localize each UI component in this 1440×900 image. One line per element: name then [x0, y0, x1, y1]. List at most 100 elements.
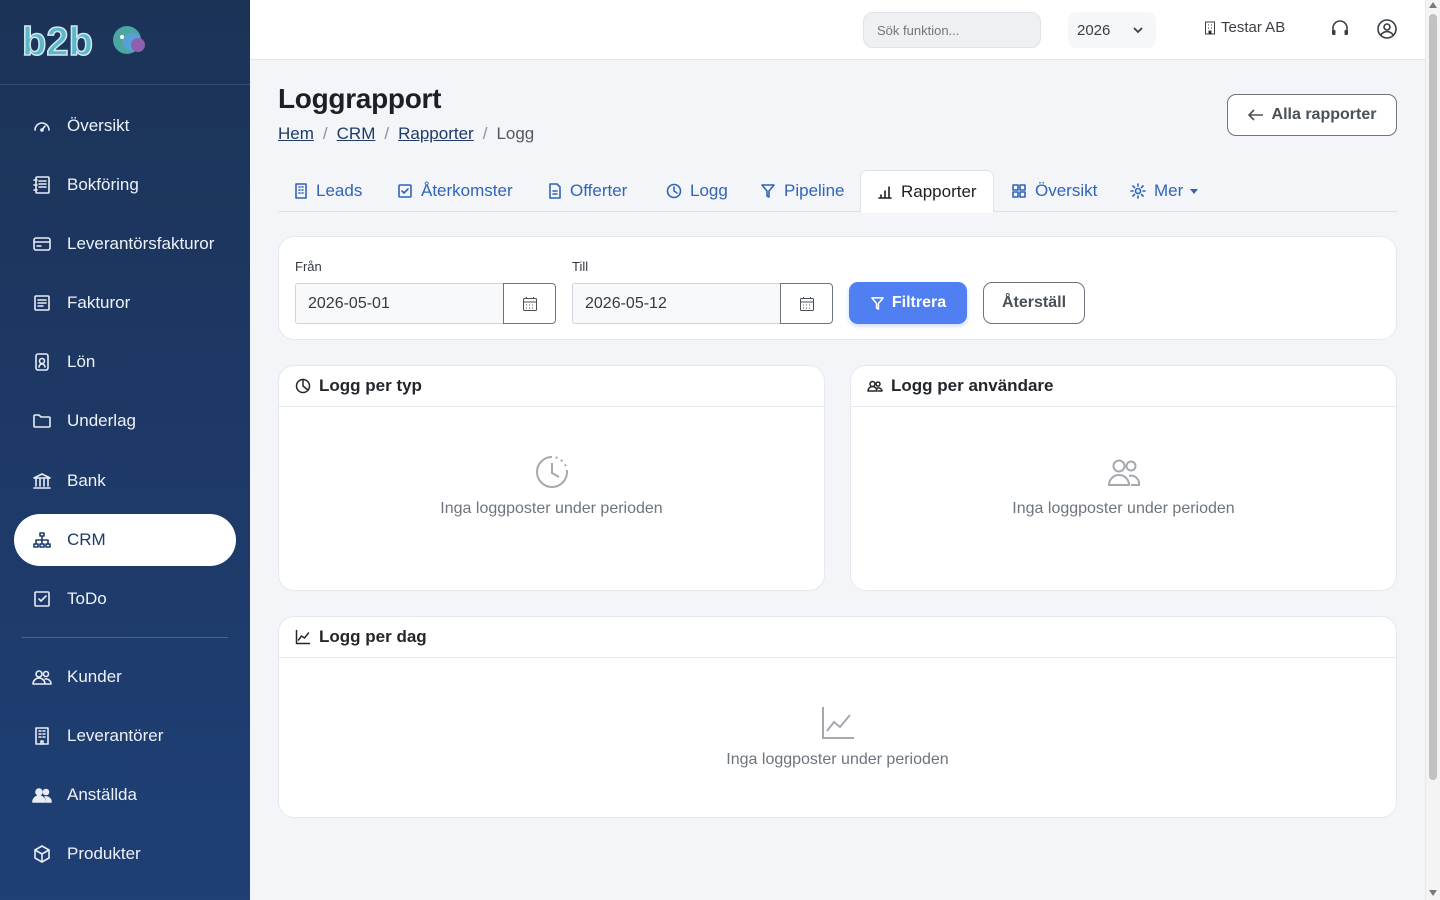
sidebar-item-leverantorsfakturor[interactable]: Leverantörsfakturor [14, 218, 236, 270]
tab-aterkomster[interactable]: Återkomster [381, 170, 529, 212]
card-title: Logg per användare [891, 376, 1054, 395]
log-by-user-card: Logg per användare Inga loggposter under… [850, 365, 1397, 591]
funnel-icon [761, 184, 775, 198]
sidebar-item-bokforing[interactable]: Bokföring [14, 159, 236, 211]
from-date-input[interactable]: 2026-05-01 [295, 283, 504, 324]
logo[interactable]: b2b [0, 0, 250, 85]
year-value: 2026 [1077, 21, 1111, 39]
clock-icon [666, 183, 682, 199]
sidebar-item-oversikt[interactable]: Översikt [14, 100, 236, 152]
pie-chart-icon [295, 378, 311, 394]
filter-button-label: Filtrera [891, 294, 947, 311]
sidebar-item-label: Anställda [67, 785, 137, 804]
empty-state: Inga loggposter under perioden [279, 454, 824, 518]
diagram-icon [32, 530, 52, 550]
tab-label: Leads [316, 181, 363, 200]
top-bar: 2026 Testar AB [250, 0, 1425, 60]
building-icon [1205, 21, 1215, 34]
grid-icon [1012, 184, 1026, 198]
to-calendar-button[interactable] [780, 283, 833, 324]
chevron-down-icon [1133, 27, 1143, 34]
svg-text:b2b: b2b [22, 22, 93, 62]
card-title: Logg per dag [319, 627, 427, 646]
breadcrumb-home[interactable]: Hem [278, 124, 314, 144]
sidebar-item-label: Fakturor [67, 293, 131, 312]
scroll-down-arrow[interactable] [1429, 890, 1437, 896]
sidebar-item-produkter[interactable]: Produkter [14, 828, 236, 880]
sidebar-item-todo[interactable]: ToDo [14, 573, 236, 625]
tab-label: Mer [1154, 181, 1184, 200]
sidebar-item-label: Bokföring [67, 175, 139, 194]
breadcrumb-crm[interactable]: CRM [337, 124, 376, 144]
caret-down-icon [1190, 188, 1199, 194]
search-input[interactable] [863, 12, 1041, 48]
badge-icon [32, 352, 52, 372]
breadcrumb-rapporter[interactable]: Rapporter [398, 124, 474, 144]
file-icon [549, 183, 561, 199]
building-icon [32, 726, 52, 746]
tab-mer[interactable]: Mer [1114, 170, 1214, 212]
all-reports-button[interactable]: Alla rapporter [1227, 94, 1397, 136]
sidebar-item-label: Produkter [67, 844, 141, 863]
box-icon [32, 844, 52, 864]
sidebar-item-kunder[interactable]: Kunder [14, 651, 236, 703]
people-icon [867, 380, 883, 392]
year-select[interactable]: 2026 [1068, 12, 1156, 48]
tab-label: Pipeline [784, 181, 845, 200]
sidebar-item-label: ToDo [67, 589, 107, 608]
credit-card-icon [32, 234, 52, 254]
sidebar-item-underlag[interactable]: Underlag [14, 395, 236, 447]
card-title: Logg per typ [319, 376, 422, 395]
scroll-thumb[interactable] [1429, 14, 1437, 780]
breadcrumb-separator: / [482, 124, 488, 143]
tab-oversikt[interactable]: Översikt [995, 170, 1113, 212]
tab-pipeline[interactable]: Pipeline [744, 170, 861, 212]
sidebar-item-label: Lön [67, 352, 96, 371]
breadcrumb-current: Logg [496, 124, 535, 143]
line-chart-icon [295, 629, 311, 645]
company-switcher[interactable]: Testar AB [1204, 19, 1285, 36]
tab-leads[interactable]: Leads [278, 170, 378, 212]
card-header: Logg per dag [279, 617, 1396, 658]
sidebar-item-bank[interactable]: Bank [14, 455, 236, 507]
to-date-input[interactable]: 2026-05-12 [572, 283, 781, 324]
log-by-day-card: Logg per dag Inga loggposter under perio… [278, 616, 1397, 818]
sidebar-item-lon[interactable]: Lön [14, 336, 236, 388]
gear-icon [1130, 183, 1146, 199]
funnel-icon [871, 296, 884, 310]
invoice-icon [32, 293, 52, 313]
scroll-up-arrow[interactable] [1429, 2, 1437, 8]
reset-button[interactable]: Återställ [983, 282, 1085, 324]
from-calendar-button[interactable] [503, 283, 556, 324]
card-header: Logg per typ [279, 366, 824, 407]
check-square-icon [32, 589, 52, 609]
from-label: Från [295, 259, 322, 274]
tab-rapporter[interactable]: Rapporter [860, 170, 994, 213]
scrollbar[interactable] [1425, 0, 1440, 900]
folder-icon [32, 411, 52, 431]
sidebar-item-label: Översikt [67, 116, 130, 135]
sidebar-item-label: Underlag [67, 411, 136, 430]
log-by-type-card: Logg per typ Inga loggposter under perio… [278, 365, 825, 591]
tab-offerter[interactable]: Offerter [532, 170, 643, 212]
check-square-icon [398, 184, 412, 198]
sidebar-item-fakturor[interactable]: Fakturor [14, 277, 236, 329]
headset-icon[interactable] [1329, 18, 1351, 40]
line-chart-icon [821, 707, 854, 739]
filter-button[interactable]: Filtrera [849, 282, 967, 324]
sidebar-item-crm[interactable]: CRM [14, 514, 236, 566]
empty-state: Inga loggposter under perioden [279, 705, 1396, 769]
user-circle-icon[interactable] [1376, 18, 1398, 40]
sidebar-item-anstallda[interactable]: Anställda [14, 769, 236, 821]
building-icon [295, 183, 307, 199]
sidebar-item-label: Leverantörer [67, 726, 164, 745]
crm-tabs: Leads Återkomster Offerter Logg Pipeline… [278, 170, 1397, 213]
tab-label: Översikt [1035, 181, 1098, 200]
tab-logg[interactable]: Logg [650, 170, 744, 212]
sidebar-item-label: Bank [67, 471, 106, 490]
arrow-left-icon [1247, 109, 1263, 121]
sidebar-item-leverantorer[interactable]: Leverantörer [14, 710, 236, 762]
people-fill-icon [32, 785, 52, 805]
company-name: Testar AB [1221, 19, 1286, 36]
empty-message: Inga loggposter under perioden [1012, 500, 1235, 517]
